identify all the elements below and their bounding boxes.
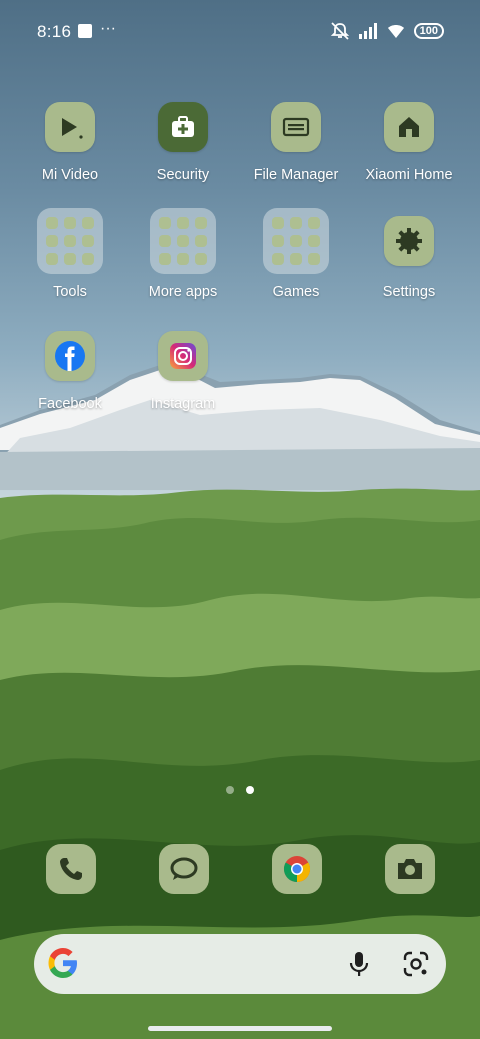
gear-icon	[384, 216, 434, 266]
app-label: Xiaomi Home	[365, 167, 453, 183]
overflow-dots: ···	[100, 20, 116, 37]
dock-phone-button[interactable]	[46, 844, 96, 894]
app-facebook[interactable]: Facebook	[14, 331, 126, 412]
app-label: Settings	[382, 284, 436, 300]
message-icon	[170, 857, 198, 880]
phone-icon	[60, 858, 82, 880]
mic-icon[interactable]	[346, 950, 372, 978]
home-icon	[384, 102, 434, 152]
page-dot[interactable]	[226, 786, 234, 794]
dock-chrome-button[interactable]	[272, 844, 322, 894]
first-aid-icon	[158, 102, 208, 152]
app-label: More apps	[148, 284, 218, 300]
status-bar: 8:16 ··· 100	[0, 0, 480, 64]
app-label: Security	[156, 167, 210, 183]
play-icon	[45, 102, 95, 152]
app-label: File Manager	[253, 167, 339, 183]
app-label: Mi Video	[41, 167, 99, 183]
folder-games[interactable]: Games	[240, 208, 352, 300]
camera-icon	[398, 859, 422, 879]
app-label: Instagram	[150, 396, 216, 412]
lens-icon[interactable]	[402, 950, 430, 978]
app-file-manager[interactable]: File Manager	[240, 102, 352, 183]
page-indicator[interactable]	[0, 786, 480, 794]
wifi-icon	[387, 25, 404, 38]
folder-tools[interactable]: Tools	[14, 208, 126, 300]
folder-more-apps[interactable]: More apps	[127, 208, 239, 300]
app-label: Tools	[53, 284, 87, 300]
app-label: Facebook	[38, 396, 102, 412]
app-settings[interactable]: Settings	[353, 216, 465, 300]
battery-icon: 100	[413, 23, 444, 39]
dock-messages-button[interactable]	[159, 844, 209, 894]
dock-camera-button[interactable]	[385, 844, 435, 894]
google-search-bar[interactable]	[34, 934, 446, 994]
app-mi-video[interactable]: Mi Video	[14, 102, 126, 183]
folder-grid-icon	[150, 208, 216, 274]
app-instagram[interactable]: Instagram	[127, 331, 239, 412]
google-logo-icon	[48, 948, 77, 978]
app-label: Games	[272, 284, 320, 300]
status-time: 8:16	[37, 22, 72, 41]
facebook-icon	[45, 331, 95, 381]
chrome-icon	[283, 856, 311, 883]
instagram-icon	[158, 331, 208, 381]
home-gesture-bar[interactable]	[148, 1026, 332, 1031]
signal-icon	[358, 23, 377, 39]
mute-icon	[330, 22, 349, 40]
notification-square-icon	[78, 24, 92, 38]
folder-grid-icon	[37, 208, 103, 274]
app-security[interactable]: Security	[127, 102, 239, 183]
folder-icon	[271, 102, 321, 152]
page-dot-active[interactable]	[246, 786, 254, 794]
app-xiaomi-home[interactable]: Xiaomi Home	[353, 102, 465, 183]
folder-grid-icon	[263, 208, 329, 274]
